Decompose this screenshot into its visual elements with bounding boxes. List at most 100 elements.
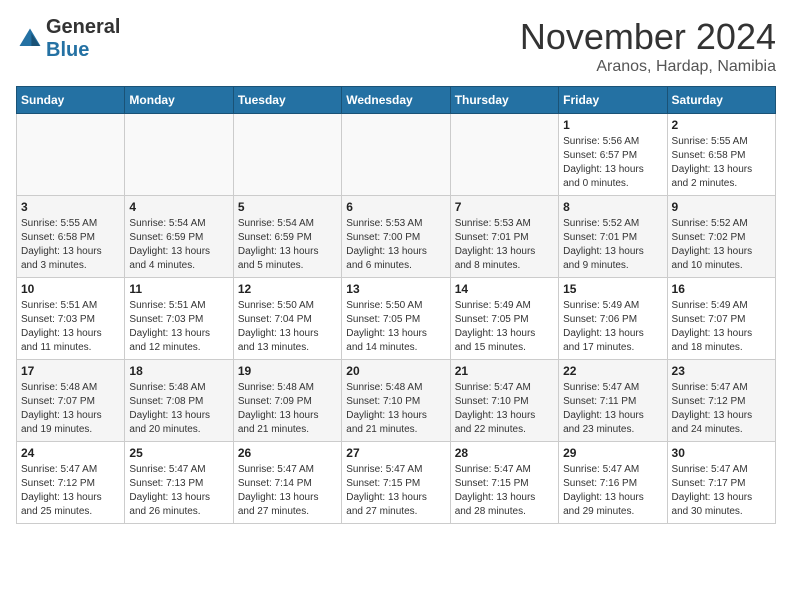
calendar-day-cell: 22 Sunrise: 5:47 AM Sunset: 7:11 PM Dayli…: [559, 360, 667, 442]
calendar-week-row: 1 Sunrise: 5:56 AM Sunset: 6:57 PM Daylig…: [17, 114, 776, 196]
day-number: 22: [563, 364, 662, 378]
day-info: Sunrise: 5:49 AM Sunset: 7:07 PM Dayligh…: [672, 299, 771, 355]
logo: General Blue: [16, 16, 120, 62]
day-info: Sunrise: 5:47 AM Sunset: 7:14 PM Dayligh…: [238, 463, 337, 519]
day-number: 11: [129, 282, 228, 296]
calendar-day-cell: 13 Sunrise: 5:50 AM Sunset: 7:05 PM Dayli…: [342, 278, 450, 360]
day-number: 16: [672, 282, 771, 296]
calendar-day-cell: [233, 114, 341, 196]
calendar-day-cell: [342, 114, 450, 196]
day-number: 13: [346, 282, 445, 296]
day-number: 19: [238, 364, 337, 378]
day-number: 1: [563, 118, 662, 132]
day-info: Sunrise: 5:47 AM Sunset: 7:10 PM Dayligh…: [455, 381, 554, 437]
day-info: Sunrise: 5:55 AM Sunset: 6:58 PM Dayligh…: [21, 217, 120, 273]
calendar-day-cell: 7Sunrise: 5:53 AM Sunset: 7:01 PM Daylig…: [450, 196, 558, 278]
day-info: Sunrise: 5:50 AM Sunset: 7:04 PM Dayligh…: [238, 299, 337, 355]
day-number: 27: [346, 446, 445, 460]
location-subtitle: Aranos, Hardap, Namibia: [520, 58, 776, 76]
weekday-header-cell: Monday: [125, 87, 233, 114]
calendar-day-cell: 11 Sunrise: 5:51 AM Sunset: 7:03 PM Dayli…: [125, 278, 233, 360]
weekday-header-cell: Wednesday: [342, 87, 450, 114]
day-info: Sunrise: 5:48 AM Sunset: 7:10 PM Dayligh…: [346, 381, 445, 437]
calendar-day-cell: 15Sunrise: 5:49 AM Sunset: 7:06 PM Dayli…: [559, 278, 667, 360]
day-info: Sunrise: 5:54 AM Sunset: 6:59 PM Dayligh…: [129, 217, 228, 273]
calendar-day-cell: 30 Sunrise: 5:47 AM Sunset: 7:17 PM Dayli…: [667, 442, 775, 524]
calendar-day-cell: 25 Sunrise: 5:47 AM Sunset: 7:13 PM Dayli…: [125, 442, 233, 524]
day-number: 12: [238, 282, 337, 296]
calendar-day-cell: 28 Sunrise: 5:47 AM Sunset: 7:15 PM Dayli…: [450, 442, 558, 524]
calendar-day-cell: 2 Sunrise: 5:55 AM Sunset: 6:58 PM Daylig…: [667, 114, 775, 196]
day-number: 30: [672, 446, 771, 460]
day-info: Sunrise: 5:47 AM Sunset: 7:13 PM Dayligh…: [129, 463, 228, 519]
day-info: Sunrise: 5:50 AM Sunset: 7:05 PM Dayligh…: [346, 299, 445, 355]
calendar-day-cell: 23 Sunrise: 5:47 AM Sunset: 7:12 PM Dayli…: [667, 360, 775, 442]
day-info: Sunrise: 5:54 AM Sunset: 6:59 PM Dayligh…: [238, 217, 337, 273]
day-info: Sunrise: 5:47 AM Sunset: 7:15 PM Dayligh…: [455, 463, 554, 519]
calendar-day-cell: 21Sunrise: 5:47 AM Sunset: 7:10 PM Dayli…: [450, 360, 558, 442]
calendar-day-cell: [17, 114, 125, 196]
calendar-day-cell: 26Sunrise: 5:47 AM Sunset: 7:14 PM Dayli…: [233, 442, 341, 524]
weekday-header-cell: Friday: [559, 87, 667, 114]
day-number: 25: [129, 446, 228, 460]
calendar-day-cell: 27 Sunrise: 5:47 AM Sunset: 7:15 PM Dayli…: [342, 442, 450, 524]
day-info: Sunrise: 5:52 AM Sunset: 7:01 PM Dayligh…: [563, 217, 662, 273]
day-info: Sunrise: 5:52 AM Sunset: 7:02 PM Dayligh…: [672, 217, 771, 273]
calendar-day-cell: 8Sunrise: 5:52 AM Sunset: 7:01 PM Daylig…: [559, 196, 667, 278]
calendar-day-cell: 18 Sunrise: 5:48 AM Sunset: 7:08 PM Dayli…: [125, 360, 233, 442]
day-number: 14: [455, 282, 554, 296]
day-info: Sunrise: 5:53 AM Sunset: 7:00 PM Dayligh…: [346, 217, 445, 273]
weekday-header-cell: Sunday: [17, 87, 125, 114]
calendar-body: 1 Sunrise: 5:56 AM Sunset: 6:57 PM Daylig…: [17, 114, 776, 524]
day-number: 15: [563, 282, 662, 296]
day-info: Sunrise: 5:47 AM Sunset: 7:12 PM Dayligh…: [672, 381, 771, 437]
day-info: Sunrise: 5:51 AM Sunset: 7:03 PM Dayligh…: [21, 299, 120, 355]
calendar-day-cell: 19Sunrise: 5:48 AM Sunset: 7:09 PM Dayli…: [233, 360, 341, 442]
logo-blue-text: Blue: [46, 39, 89, 61]
calendar-day-cell: 4 Sunrise: 5:54 AM Sunset: 6:59 PM Daylig…: [125, 196, 233, 278]
day-number: 5: [238, 200, 337, 214]
weekday-header-row: SundayMondayTuesdayWednesdayThursdayFrid…: [17, 87, 776, 114]
calendar-day-cell: 29Sunrise: 5:47 AM Sunset: 7:16 PM Dayli…: [559, 442, 667, 524]
day-info: Sunrise: 5:48 AM Sunset: 7:08 PM Dayligh…: [129, 381, 228, 437]
calendar-day-cell: 1 Sunrise: 5:56 AM Sunset: 6:57 PM Daylig…: [559, 114, 667, 196]
calendar-week-row: 3 Sunrise: 5:55 AM Sunset: 6:58 PM Daylig…: [17, 196, 776, 278]
day-number: 23: [672, 364, 771, 378]
page-header: General Blue November 2024 Aranos, Harda…: [16, 16, 776, 76]
day-number: 18: [129, 364, 228, 378]
day-info: Sunrise: 5:51 AM Sunset: 7:03 PM Dayligh…: [129, 299, 228, 355]
day-number: 24: [21, 446, 120, 460]
calendar-week-row: 17 Sunrise: 5:48 AM Sunset: 7:07 PM Dayli…: [17, 360, 776, 442]
day-info: Sunrise: 5:47 AM Sunset: 7:15 PM Dayligh…: [346, 463, 445, 519]
calendar-day-cell: 17 Sunrise: 5:48 AM Sunset: 7:07 PM Dayli…: [17, 360, 125, 442]
day-number: 2: [672, 118, 771, 132]
day-info: Sunrise: 5:48 AM Sunset: 7:07 PM Dayligh…: [21, 381, 120, 437]
day-number: 3: [21, 200, 120, 214]
day-info: Sunrise: 5:47 AM Sunset: 7:11 PM Dayligh…: [563, 381, 662, 437]
day-number: 20: [346, 364, 445, 378]
day-number: 29: [563, 446, 662, 460]
calendar-day-cell: 10 Sunrise: 5:51 AM Sunset: 7:03 PM Dayli…: [17, 278, 125, 360]
title-area: November 2024 Aranos, Hardap, Namibia: [520, 16, 776, 76]
month-title: November 2024: [520, 16, 776, 58]
calendar-day-cell: 16 Sunrise: 5:49 AM Sunset: 7:07 PM Dayli…: [667, 278, 775, 360]
day-number: 10: [21, 282, 120, 296]
logo-icon: [16, 25, 44, 53]
day-info: Sunrise: 5:47 AM Sunset: 7:17 PM Dayligh…: [672, 463, 771, 519]
day-number: 9: [672, 200, 771, 214]
day-number: 28: [455, 446, 554, 460]
day-number: 17: [21, 364, 120, 378]
day-info: Sunrise: 5:56 AM Sunset: 6:57 PM Dayligh…: [563, 135, 662, 191]
day-number: 4: [129, 200, 228, 214]
calendar-day-cell: [450, 114, 558, 196]
calendar-day-cell: 5 Sunrise: 5:54 AM Sunset: 6:59 PM Daylig…: [233, 196, 341, 278]
calendar-table: SundayMondayTuesdayWednesdayThursdayFrid…: [16, 86, 776, 524]
day-number: 6: [346, 200, 445, 214]
calendar-week-row: 24Sunrise: 5:47 AM Sunset: 7:12 PM Dayli…: [17, 442, 776, 524]
day-info: Sunrise: 5:55 AM Sunset: 6:58 PM Dayligh…: [672, 135, 771, 191]
calendar-week-row: 10 Sunrise: 5:51 AM Sunset: 7:03 PM Dayli…: [17, 278, 776, 360]
logo-general-text: General: [46, 16, 120, 38]
day-info: Sunrise: 5:49 AM Sunset: 7:05 PM Dayligh…: [455, 299, 554, 355]
calendar-day-cell: 9 Sunrise: 5:52 AM Sunset: 7:02 PM Daylig…: [667, 196, 775, 278]
day-info: Sunrise: 5:53 AM Sunset: 7:01 PM Dayligh…: [455, 217, 554, 273]
